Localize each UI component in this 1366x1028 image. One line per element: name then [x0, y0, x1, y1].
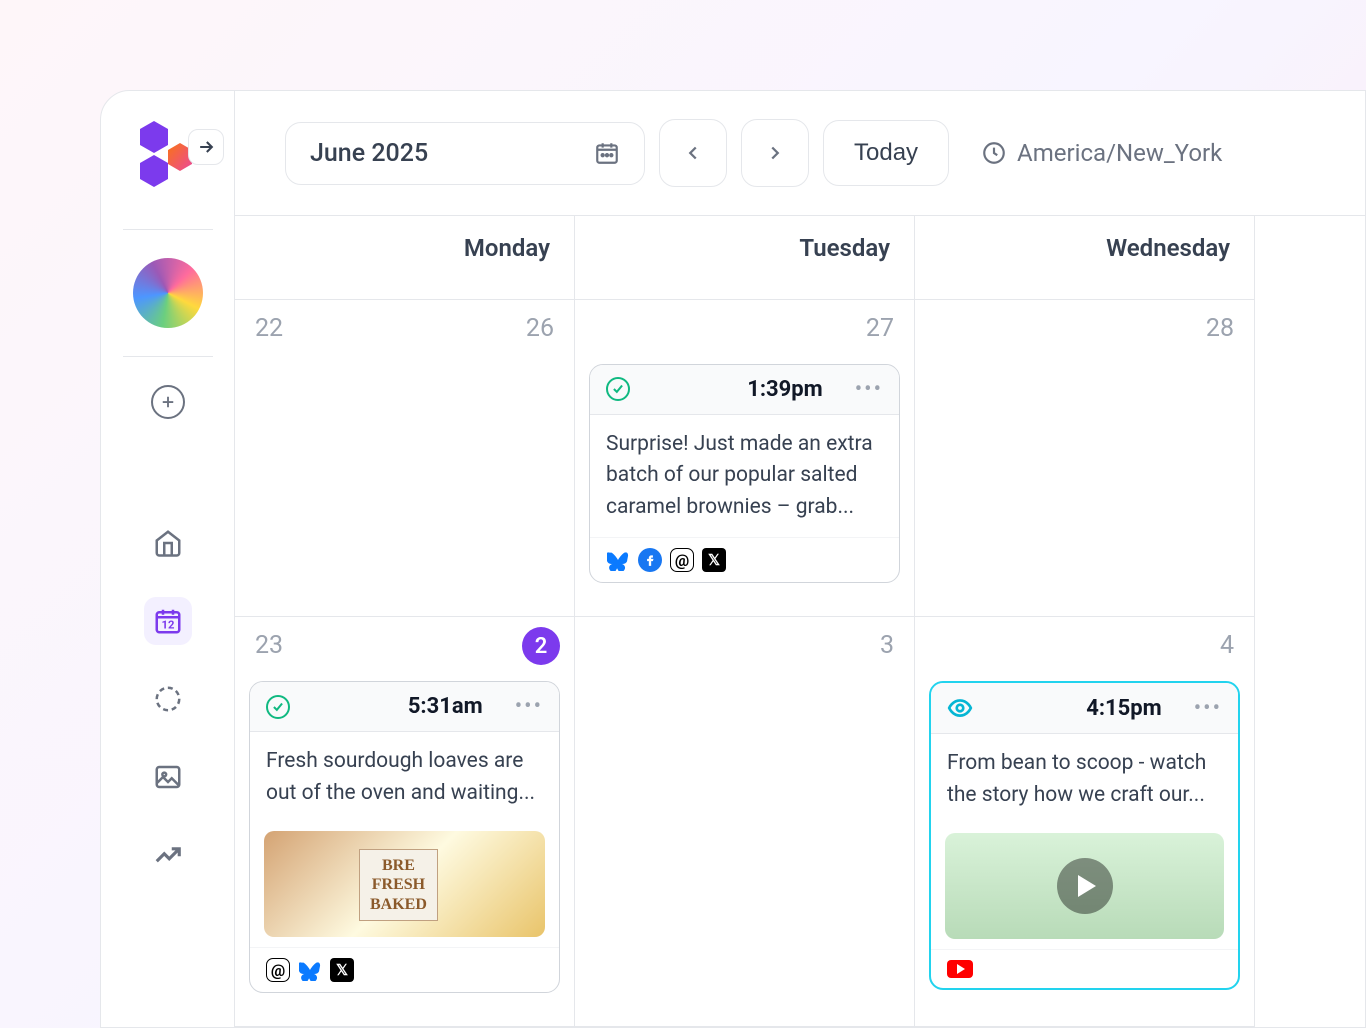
post-text: Fresh sourdough loaves are out of the ov…	[250, 732, 559, 823]
day-cell[interactable]: 23 2 5:31am ••• Fresh so	[235, 617, 575, 1027]
facebook-icon	[638, 548, 662, 572]
post-card-header: 1:39pm •••	[590, 365, 899, 415]
month-label: June 2025	[310, 139, 428, 168]
bluesky-icon	[298, 958, 322, 982]
sidebar-nav: 12	[144, 519, 192, 879]
day-header-monday: Monday	[235, 216, 575, 300]
timezone-display[interactable]: America/New_York	[981, 139, 1222, 167]
post-time: 1:39pm	[747, 377, 823, 402]
day-number: 4	[1220, 631, 1234, 660]
profile-avatar[interactable]	[133, 258, 203, 328]
clock-icon	[981, 140, 1007, 166]
divider	[123, 356, 213, 357]
month-selector[interactable]: June 2025	[285, 122, 645, 185]
day-cell[interactable]: 28	[915, 300, 1255, 617]
x-icon: 𝕏	[702, 548, 726, 572]
day-cell[interactable]: 4 4:15pm ••• From bean to scoop - watch …	[915, 617, 1255, 1027]
calendar-header: June 2025 Today America/New_York	[235, 91, 1365, 215]
post-card[interactable]: 4:15pm ••• From bean to scoop - watch th…	[929, 681, 1240, 990]
post-time: 5:31am	[408, 694, 483, 719]
main-content: June 2025 Today America/New_York Monday …	[235, 91, 1365, 1027]
threads-icon: @	[266, 958, 290, 982]
day-number: 26	[526, 314, 554, 343]
day-cell[interactable]: 3	[575, 617, 915, 1027]
sidebar: 12	[101, 91, 235, 1027]
divider	[123, 229, 213, 230]
nav-home[interactable]	[144, 519, 192, 567]
post-time: 4:15pm	[1086, 696, 1162, 721]
post-count-badge: 2	[522, 627, 560, 665]
today-button[interactable]: Today	[823, 120, 949, 186]
nav-drafts[interactable]	[144, 675, 192, 723]
nav-analytics[interactable]	[144, 831, 192, 879]
threads-icon: @	[670, 548, 694, 572]
post-platforms	[931, 949, 1238, 988]
day-number: 28	[1206, 314, 1234, 343]
add-button[interactable]	[151, 385, 185, 419]
app-logo[interactable]	[140, 121, 196, 191]
day-number: 3	[880, 631, 894, 660]
post-menu-button[interactable]: •••	[515, 694, 543, 719]
calendar-grid: Monday Tuesday Wednesday 22 26 27	[235, 215, 1365, 1027]
post-text: From bean to scoop - watch the story how…	[931, 734, 1238, 825]
day-cell[interactable]: 27 1:39pm ••• Surprise! Just mad	[575, 300, 915, 617]
day-number: 27	[866, 314, 894, 343]
post-image-thumbnail: BRE FRESH BAKED	[264, 831, 545, 937]
day-number: 23	[255, 631, 283, 660]
day-cell[interactable]: 22 26	[235, 300, 575, 617]
nav-calendar[interactable]: 12	[144, 597, 192, 645]
post-card[interactable]: 1:39pm ••• Surprise! Just made an extra …	[589, 364, 900, 584]
day-number: 22	[255, 314, 283, 343]
day-header-wednesday: Wednesday	[915, 216, 1255, 300]
post-menu-button[interactable]: •••	[1194, 696, 1222, 721]
bluesky-icon	[606, 548, 630, 572]
day-header-tuesday: Tuesday	[575, 216, 915, 300]
play-button-icon	[1057, 858, 1113, 914]
svg-text:12: 12	[161, 619, 174, 632]
expand-sidebar-button[interactable]	[188, 129, 224, 165]
post-card-header: 4:15pm •••	[931, 683, 1238, 734]
post-card[interactable]: 5:31am ••• Fresh sourdough loaves are ou…	[249, 681, 560, 993]
post-card-header: 5:31am •••	[250, 682, 559, 732]
status-scheduled-icon	[266, 695, 290, 719]
youtube-icon	[947, 960, 973, 978]
image-text-overlay: BRE FRESH BAKED	[359, 849, 438, 921]
nav-media[interactable]	[144, 753, 192, 801]
post-menu-button[interactable]: •••	[855, 377, 883, 402]
post-text: Surprise! Just made an extra batch of ou…	[590, 415, 899, 538]
status-preview-icon	[947, 695, 973, 721]
next-month-button[interactable]	[741, 119, 809, 187]
post-platforms: @ 𝕏	[590, 537, 899, 582]
app-container: 12 June 2025 Today	[100, 90, 1366, 1028]
status-scheduled-icon	[606, 377, 630, 401]
post-platforms: @ 𝕏	[250, 947, 559, 992]
prev-month-button[interactable]	[659, 119, 727, 187]
timezone-label: America/New_York	[1017, 139, 1222, 167]
post-video-thumbnail[interactable]	[945, 833, 1224, 939]
x-icon: 𝕏	[330, 958, 354, 982]
calendar-icon	[594, 140, 620, 166]
